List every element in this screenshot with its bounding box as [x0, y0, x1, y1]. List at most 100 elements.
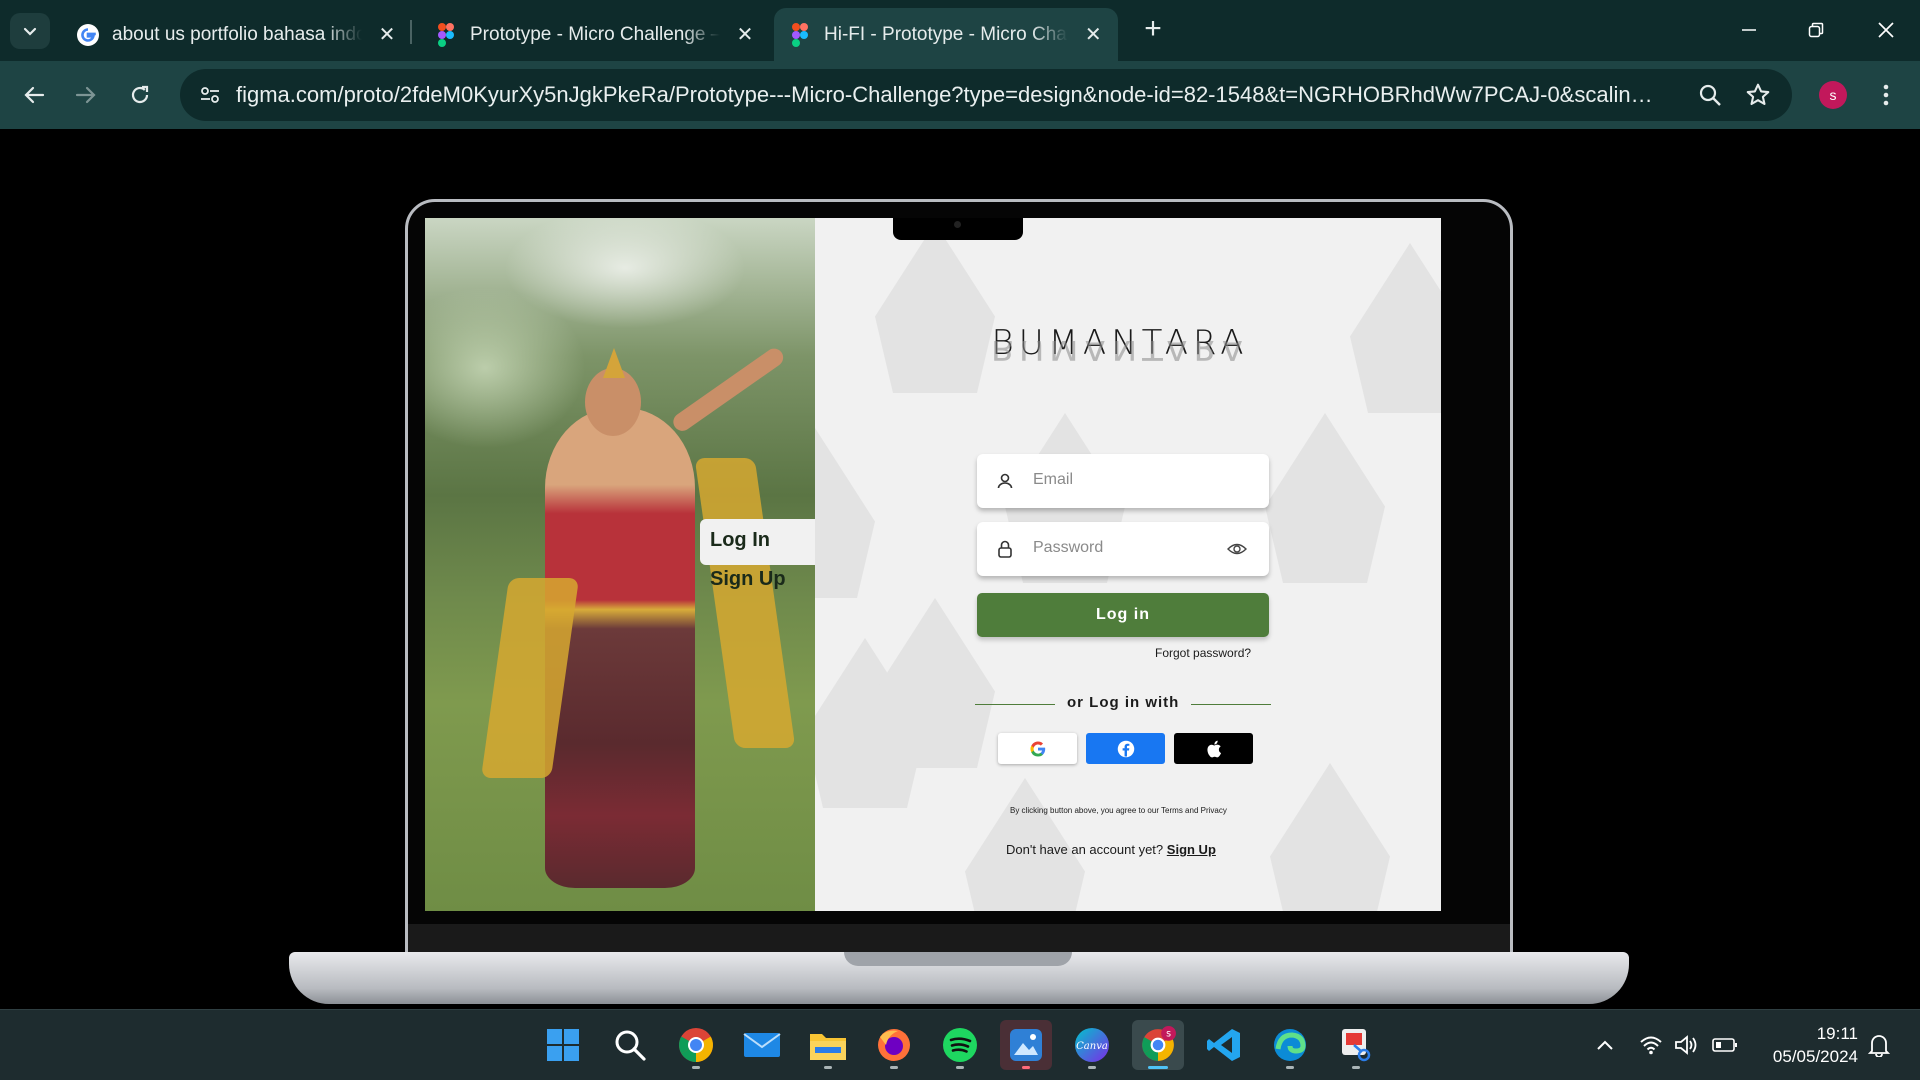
spotify-icon[interactable]	[934, 1020, 986, 1070]
figma-icon	[788, 22, 812, 47]
minimize-icon	[1742, 29, 1756, 31]
wifi-icon[interactable]	[1638, 1032, 1664, 1058]
lock-icon	[998, 540, 1012, 558]
google-login-button[interactable]	[998, 733, 1077, 764]
reload-icon	[131, 85, 149, 104]
snipping-tool-icon[interactable]	[1330, 1020, 1382, 1070]
running-indicator	[1352, 1066, 1360, 1069]
tab-figma-prototype[interactable]: Prototype - Micro Challenge – Figma ✕	[420, 8, 770, 61]
email-field[interactable]: Email	[977, 454, 1269, 508]
photo-dancer-crown	[603, 348, 625, 378]
wayang-decoration	[1265, 413, 1385, 583]
mail-icon[interactable]	[736, 1020, 788, 1070]
notification-bell-icon[interactable]	[1866, 1032, 1892, 1058]
minimize-button[interactable]	[1729, 12, 1769, 48]
eye-icon[interactable]	[1227, 540, 1247, 558]
figma-icon	[434, 22, 458, 47]
facebook-icon	[1117, 740, 1134, 757]
vscode-icon[interactable]	[1198, 1020, 1250, 1070]
close-icon[interactable]: ✕	[1082, 24, 1104, 46]
kebab-menu-icon[interactable]	[1870, 79, 1902, 111]
forgot-password-link[interactable]: Forgot password?	[1155, 646, 1251, 660]
chrome-icon[interactable]	[670, 1020, 722, 1070]
forward-button[interactable]	[66, 75, 106, 115]
running-indicator	[956, 1066, 964, 1069]
running-indicator	[1022, 1066, 1030, 1069]
tab-separator	[410, 20, 412, 44]
google-icon	[76, 23, 100, 47]
laptop-mockup-chin	[408, 924, 1510, 954]
zoom-icon[interactable]	[1694, 79, 1726, 111]
canva-icon[interactable]: Canva	[1066, 1020, 1118, 1070]
password-field[interactable]: Password	[977, 522, 1269, 576]
tab-search-button[interactable]	[10, 13, 50, 49]
site-info-icon[interactable]	[194, 79, 226, 111]
back-button[interactable]	[14, 75, 54, 115]
edge-icon[interactable]	[1264, 1020, 1316, 1070]
tab-title: Prototype - Micro Challenge – Figma	[470, 23, 720, 45]
url-text[interactable]: figma.com/proto/2fdeM0KyurXy5nJgkPkeRa/P…	[236, 82, 1656, 108]
tab-title: about us portfolio bahasa indonesia	[112, 23, 362, 45]
firefox-icon[interactable]	[868, 1020, 920, 1070]
file-explorer-icon[interactable]	[802, 1020, 854, 1070]
bookmark-star-icon[interactable]	[1742, 79, 1774, 111]
signup-prompt: Don't have an account yet? Sign Up	[1006, 842, 1216, 857]
tab-title: Hi-FI - Prototype - Micro Challenge	[824, 23, 1069, 45]
photos-icon[interactable]	[1000, 1020, 1052, 1070]
system-clock[interactable]: 19:11 05/05/2024	[1758, 1022, 1858, 1068]
close-icon[interactable]: ✕	[734, 24, 756, 46]
google-icon	[1030, 741, 1045, 756]
apple-login-button[interactable]	[1174, 733, 1253, 764]
no-account-text: Don't have an account yet?	[1006, 842, 1164, 857]
arrow-right-icon	[75, 86, 96, 104]
chrome-profile-icon[interactable]: s	[1132, 1020, 1184, 1070]
divider-line	[975, 704, 1055, 705]
running-indicator	[692, 1066, 700, 1069]
close-window-button[interactable]	[1866, 12, 1906, 48]
user-icon	[997, 473, 1013, 489]
login-button[interactable]: Log in	[977, 593, 1269, 637]
laptop-mockup-hinge	[844, 952, 1072, 966]
prototype-screen: Log In Sign Up BUMANTARA BUMANTARA Email…	[425, 218, 1441, 911]
side-tab-signup[interactable]: Sign Up	[710, 568, 786, 591]
bumantara-logo: BUMANTARA BUMANTARA	[990, 323, 1250, 367]
side-tab-login[interactable]: Log In	[700, 519, 815, 565]
address-bar[interactable]: figma.com/proto/2fdeM0KyurXy5nJgkPkeRa/P…	[180, 69, 1792, 121]
clock-date: 05/05/2024	[1772, 1047, 1858, 1066]
chevron-up-icon[interactable]	[1592, 1032, 1618, 1058]
email-placeholder: Email	[1033, 471, 1074, 488]
wayang-decoration	[1270, 763, 1390, 911]
windows-start-icon[interactable]	[537, 1020, 589, 1070]
running-indicator	[1286, 1066, 1294, 1069]
tab-google[interactable]: about us portfolio bahasa indonesia ✕	[62, 8, 412, 61]
search-icon[interactable]	[604, 1020, 656, 1070]
svg-text:Canva: Canva	[1076, 1041, 1108, 1052]
figma-prototype-viewport: Log In Sign Up BUMANTARA BUMANTARA Email…	[0, 129, 1920, 1009]
profile-avatar[interactable]: s	[1819, 81, 1847, 109]
camera-dot	[954, 221, 961, 228]
divider-line	[1191, 704, 1271, 705]
browser-tab-bar: about us portfolio bahasa indonesia ✕ Pr…	[0, 0, 1920, 61]
close-icon[interactable]: ✕	[376, 24, 398, 46]
restore-icon	[1808, 22, 1824, 38]
password-placeholder: Password	[1033, 539, 1104, 556]
facebook-login-button[interactable]	[1086, 733, 1165, 764]
photo-scarf	[694, 458, 796, 748]
battery-icon[interactable]	[1712, 1032, 1738, 1058]
running-indicator	[890, 1066, 898, 1069]
signup-link[interactable]: Sign Up	[1167, 842, 1216, 857]
wayang-decoration	[815, 428, 875, 598]
photo-dancer-head	[585, 368, 641, 436]
browser-toolbar: figma.com/proto/2fdeM0KyurXy5nJgkPkeRa/P…	[0, 61, 1920, 129]
restore-button[interactable]	[1796, 12, 1836, 48]
windows-taskbar: Canva s 19:11 05/05/2024	[0, 1009, 1920, 1080]
wayang-decoration	[1350, 243, 1441, 413]
logo-reflection: BUMANTARA	[990, 341, 1250, 367]
or-login-with-label: or Log in with	[1067, 694, 1180, 711]
new-tab-button[interactable]: +	[1136, 12, 1170, 46]
wayang-decoration	[875, 223, 995, 393]
clock-time: 19:11	[1816, 1024, 1858, 1043]
tab-hifi-prototype[interactable]: Hi-FI - Prototype - Micro Challenge ✕	[774, 8, 1118, 61]
reload-button[interactable]	[120, 75, 160, 115]
volume-icon[interactable]	[1674, 1032, 1700, 1058]
